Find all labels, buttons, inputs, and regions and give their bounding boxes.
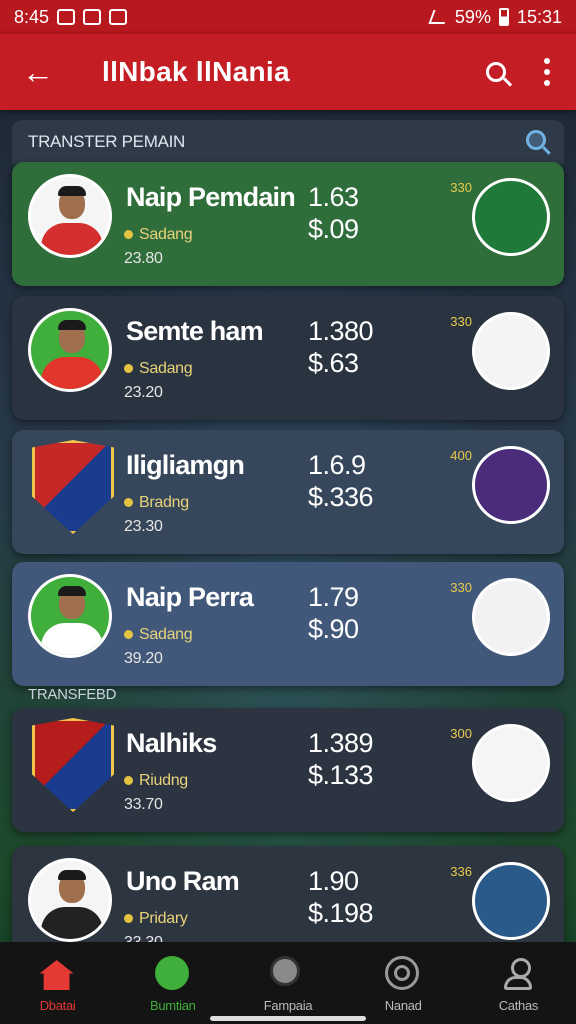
user-icon [500,956,536,992]
position-label: Pridary [139,910,188,927]
player-rating: 1.79 [308,582,359,612]
player-card[interactable]: Iligliamgn Bradng 23.30 1.6.9 $.336 400 [12,430,564,554]
player-position: Pridary [124,910,188,928]
player-position: Bradng [124,494,189,512]
player-rank: 330 [450,580,472,595]
club-logo-icon[interactable] [472,178,550,256]
player-value: 23.30 [124,518,163,535]
club-crest-icon [32,718,114,812]
nav-label: Bumtian [150,998,196,1013]
battery-icon [498,8,509,26]
position-label: Sadang [139,226,193,243]
position-dot-icon [124,230,133,239]
app-bar: ← llNbak llNania [0,34,576,110]
player-name: Iligliamgn [126,450,245,480]
nav-item-team[interactable]: Fampaia [230,942,345,1024]
position-dot-icon [124,364,133,373]
battery-percent: 59% [454,6,491,27]
position-label: Sadang [139,626,193,643]
player-position: Sadang [124,226,193,244]
home-icon [39,956,76,992]
position-dot-icon [124,914,133,923]
player-value: 23.80 [124,250,163,267]
soccer-ball-icon [154,956,191,992]
player-rating: 1.389 [308,728,374,758]
search-icon[interactable] [486,62,506,82]
player-avatar [28,858,112,942]
position-dot-icon [124,776,133,785]
bottom-nav: Dbatai Bumtian Fampaia Nanad Cathas [0,942,576,1024]
player-rating: 1.6.9 [308,450,366,480]
notification-icon [83,9,102,25]
more-vert-icon[interactable] [544,58,550,86]
player-card[interactable]: Naip Perra Sadang 39.20 1.79 $.90 330 [12,562,564,686]
player-rating: 1.90 [308,866,359,896]
transfer-panel-header: TRANSTER PEMAIN [12,120,564,164]
player-rank: 330 [450,180,472,195]
status-time: 8:45 [14,6,50,27]
nav-item-ball[interactable]: Bumtian [115,942,230,1024]
club-logo-icon[interactable] [472,724,550,802]
page-title: llNbak llNania [102,56,290,87]
team-icon [270,956,306,992]
nav-label: Nanad [384,998,422,1013]
player-rank: 330 [450,314,472,329]
player-card[interactable]: Semte ham Sadang 23.20 1.380 $.63 330 [12,296,564,420]
player-price: $.198 [308,898,374,928]
player-name: Naip Pemdain [126,182,296,212]
player-name: Nalhiks [126,728,217,758]
player-avatar [28,308,112,392]
club-logo-icon[interactable] [472,578,550,656]
player-rating: 1.63 [308,182,359,212]
nav-item-stats[interactable]: Nanad [346,942,461,1024]
player-avatar [28,574,112,658]
player-avatar [28,174,112,258]
player-price: $.90 [308,614,359,644]
player-card[interactable]: Nalhiks Riudng 33.70 1.389 $.133 300 [12,708,564,832]
nav-item-home[interactable]: Dbatai [0,942,115,1024]
stats-icon [385,956,421,992]
player-position: Sadang [124,360,193,378]
player-value: 39.20 [124,650,163,667]
player-price: $.336 [308,482,374,512]
nav-label: Dbatai [39,998,76,1013]
player-name: Uno Ram [126,866,240,896]
panel-title: TRANSTER PEMAIN [28,132,186,151]
player-price: $.63 [308,348,359,378]
player-position: Sadang [124,626,193,644]
player-position: Riudng [124,772,188,790]
player-name: Naip Perra [126,582,254,612]
position-dot-icon [124,498,133,507]
wifi-icon [428,10,450,24]
club-logo-icon[interactable] [472,446,550,524]
section-title: TRANSFEBD [28,686,117,703]
player-card[interactable]: Naip Pemdain Sadang 23.80 1.63 $.09 330 [12,162,564,286]
club-logo-icon[interactable] [472,862,550,940]
player-value: 23.20 [124,384,163,401]
player-rank: 336 [450,864,472,879]
player-value: 33.70 [124,796,163,813]
player-rating: 1.380 [308,316,374,346]
player-rank: 300 [450,726,472,741]
player-name: Semte ham [126,316,264,346]
nav-label: Fampaia [263,998,313,1013]
status-bar: 8:45 59% 15:31 [0,0,576,34]
player-price: $.133 [308,760,374,790]
status-clock: 15:31 [516,6,562,27]
position-label: Riudng [139,772,188,789]
player-price: $.09 [308,214,359,244]
position-label: Sadang [139,360,193,377]
club-crest-icon [32,440,114,534]
position-label: Bradng [139,494,189,511]
notification-icon [109,9,128,25]
nav-label: Cathas [498,998,539,1013]
arrow-left-icon[interactable]: ← [22,56,62,88]
search-icon[interactable] [526,130,546,150]
notification-icon [57,9,76,25]
nav-item-profile[interactable]: Cathas [461,942,576,1024]
player-rank: 400 [450,448,472,463]
home-indicator [210,1016,366,1021]
club-logo-icon[interactable] [472,312,550,390]
position-dot-icon [124,630,133,639]
